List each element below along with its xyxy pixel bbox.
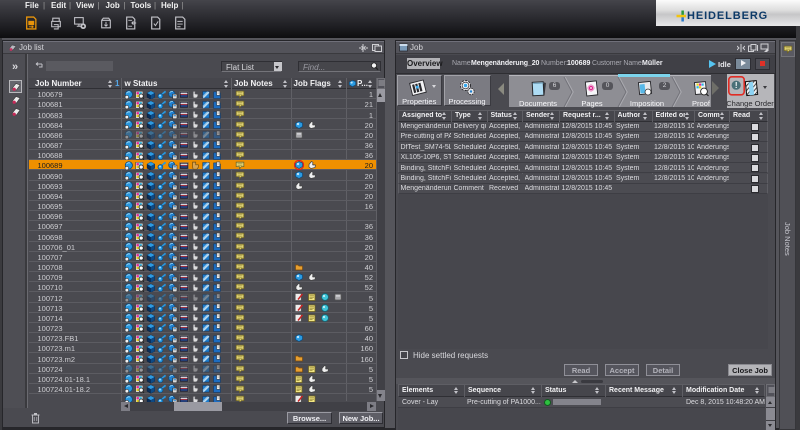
svg-text:!: ! (734, 81, 737, 90)
